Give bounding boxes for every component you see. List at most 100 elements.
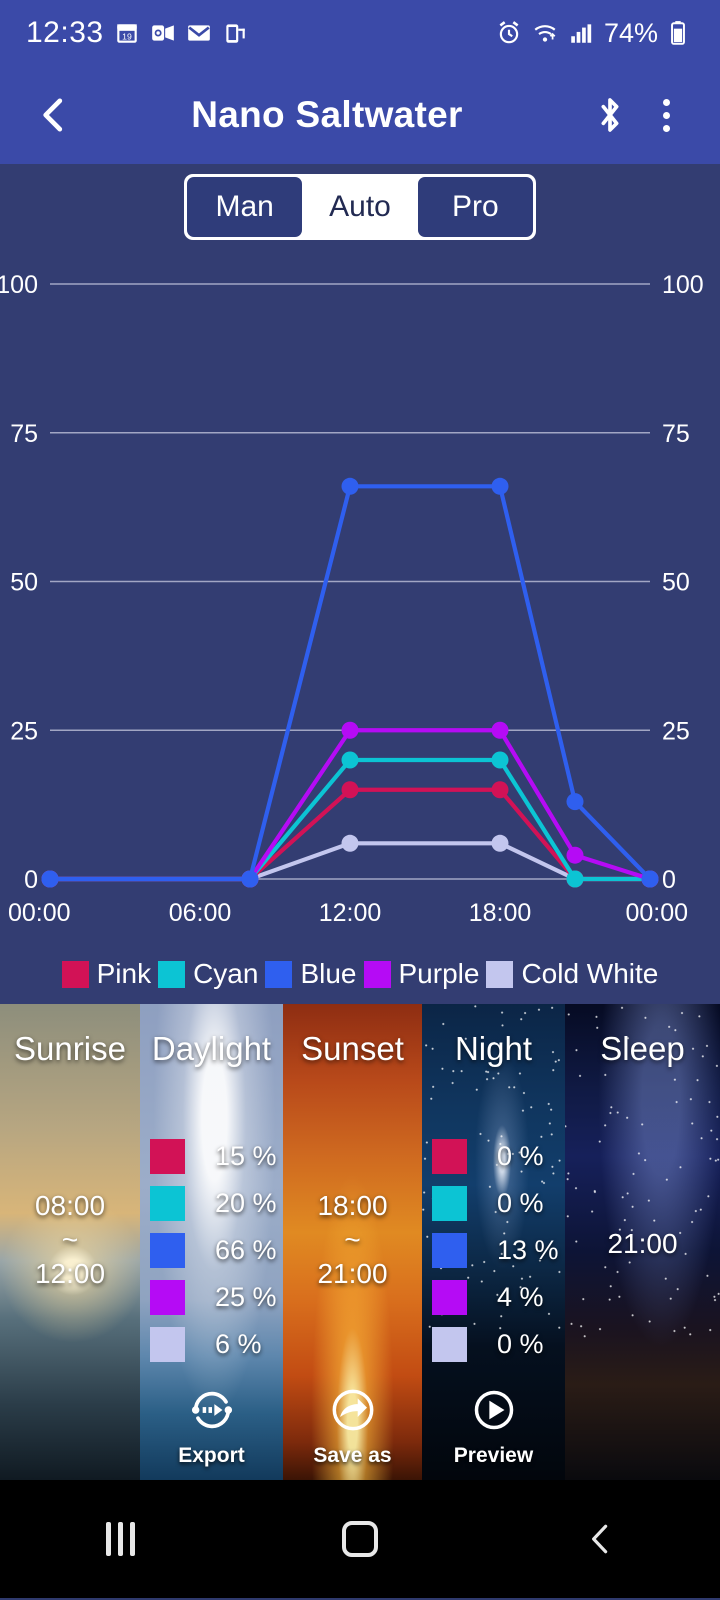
chart-data-point[interactable] [491,781,509,799]
chart-data-point[interactable] [341,477,359,495]
legend-color-swatch [265,960,293,988]
page-title: Nano Saltwater [191,94,463,135]
card-action-label: Preview [453,1444,534,1467]
x-axis-tick: 18:00 [469,899,532,927]
mode-option-pro[interactable]: Pro [417,177,533,237]
channel-value-row[interactable]: 25 % [150,1279,283,1315]
channel-value-row[interactable]: 13 % [432,1232,565,1268]
wifi-icon [532,20,558,46]
channel-value-row[interactable]: 6 % [150,1326,283,1362]
home-button[interactable] [305,1509,415,1569]
chart-data-point[interactable] [241,870,259,888]
phase-card-night[interactable]: Night 0 % 0 % 13 % 4 % 0 % Preview [422,1004,565,1480]
channel-value-row[interactable]: 0 % [432,1138,565,1174]
chart-data-point[interactable] [341,751,359,769]
card-title: Sleep [600,1030,685,1067]
channel-value-row[interactable]: 20 % [150,1185,283,1221]
chart-data-point[interactable] [341,781,359,799]
channel-percent-label: 25 % [215,1281,277,1312]
card-time-range: 18:00 ~21:00 [283,1192,422,1288]
phase-card-sunrise[interactable]: Sunrise 08:00 ~12:00 [0,1004,140,1480]
app-bar: Nano Saltwater [0,66,720,164]
channel-color-swatch [432,1185,467,1221]
signal-icon [568,20,594,46]
channel-percent-label: 66 % [215,1234,277,1265]
chart-series-pink[interactable] [41,781,659,888]
x-axis-tick: 06:00 [169,899,232,927]
y-axis-tick-right: 100 [662,271,704,299]
outlook-icon [150,20,176,46]
alarm-icon [496,20,522,46]
back-chevron-icon [43,98,63,132]
nav-back-icon [592,1524,608,1554]
mode-selector[interactable]: Man Auto Pro [184,174,536,240]
bluetooth-button[interactable] [582,87,638,143]
chart-data-point[interactable] [641,870,659,888]
channel-color-swatch [150,1326,185,1362]
card-action-export[interactable]: Export [140,1382,283,1468]
channel-value-row[interactable]: 15 % [150,1138,283,1174]
channel-value-row[interactable]: 4 % [432,1279,565,1315]
legend-color-swatch [486,960,514,988]
phase-card-sunset[interactable]: Sunset 18:00 ~21:00 Save as [283,1004,422,1480]
chart-data-point[interactable] [566,846,584,864]
legend-label: Blue [300,958,357,989]
legend-color-swatch [158,960,186,988]
channel-percent-label: 13 % [497,1234,559,1265]
channel-color-swatch [432,1279,467,1315]
schedule-line-chart[interactable]: 0 0 25 25 50 50 75 75 100 100 00:00 06:00 12:00 18:00… [0,264,720,964]
y-axis-tick-right: 0 [662,866,676,894]
overflow-menu-button[interactable] [638,87,694,143]
channel-value-row[interactable]: 66 % [150,1232,283,1268]
legend-item[interactable]: Purple [363,958,479,990]
card-action-save-as[interactable]: Save as [283,1382,422,1468]
card-time-range: 21:00 [565,1230,720,1258]
chart-data-point[interactable] [566,870,584,888]
card-start-time: 18:00 [317,1190,388,1221]
y-axis-tick-right: 75 [662,420,690,448]
chart-data-point[interactable] [491,477,509,495]
nav-back-button[interactable] [545,1509,655,1569]
chart-data-point[interactable] [341,721,359,739]
legend-item[interactable]: Blue [265,958,357,990]
x-axis-tick: 00:00 [8,899,71,927]
chart-data-point[interactable] [341,834,359,852]
chart-data-point[interactable] [41,870,59,888]
chart-data-point[interactable] [566,793,584,811]
legend-item[interactable]: Pink [61,958,151,990]
phone-link-icon [222,20,248,46]
card-start-time: 21:00 [607,1228,678,1259]
x-axis-tick: 00:00 [625,899,688,927]
channel-percent-label: 0 % [497,1187,544,1218]
mode-option-man[interactable]: Man [187,177,303,237]
status-bar-clock: 12:33 [26,16,104,49]
channel-color-swatch [150,1138,185,1174]
channel-color-swatch [432,1232,467,1268]
card-title: Night [454,1030,533,1067]
card-action-preview[interactable]: Preview [422,1382,565,1468]
channel-value-row[interactable]: 0 % [432,1326,565,1362]
export-sync-icon [191,1391,232,1429]
play-circle-icon [474,1390,513,1430]
legend-label: Cyan [193,958,259,989]
x-axis-tick: 12:00 [319,899,382,927]
channel-color-swatch [150,1279,185,1315]
mode-option-auto[interactable]: Auto [302,177,418,237]
battery-icon [668,20,694,46]
chart-data-point[interactable] [491,834,509,852]
card-time-range: 08:00 ~12:00 [0,1192,140,1288]
channel-percent-label: 15 % [215,1140,277,1171]
chart-data-point[interactable] [491,751,509,769]
chart-series-blue[interactable] [41,477,659,888]
legend-item[interactable]: Cold White [486,958,658,990]
card-title: Sunset [301,1030,404,1067]
legend-item[interactable]: Cyan [158,958,258,990]
phase-card-daylight[interactable]: Daylight 15 % 20 % 66 % 25 % 6 % Export [140,1004,283,1480]
chart-data-point[interactable] [491,721,509,739]
phase-card-sleep[interactable]: Sleep 21:00 [565,1004,720,1480]
recent-apps-button[interactable] [65,1509,175,1569]
share-arrow-icon [332,1389,373,1431]
chart-panel: Man Auto Pro 0 0 25 25 50 50 75 75 100 100 00:00 06… [0,164,720,1004]
channel-value-row[interactable]: 0 % [432,1185,565,1221]
battery-percent-label: 74% [603,17,658,48]
